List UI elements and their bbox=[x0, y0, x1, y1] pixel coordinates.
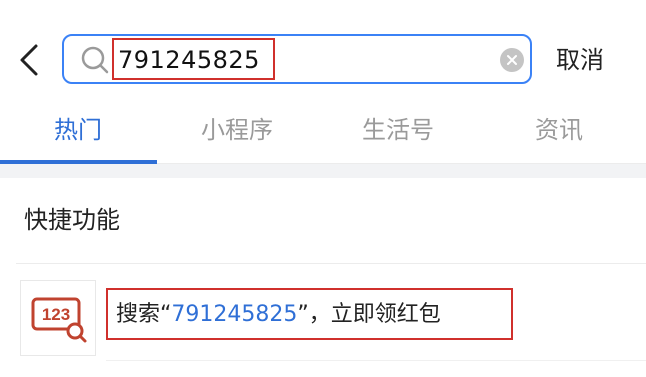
section-title: 快捷功能 bbox=[24, 206, 120, 234]
tab-news[interactable]: 资讯 bbox=[499, 110, 619, 150]
item-suffix: ”，立即领红包 bbox=[297, 302, 441, 327]
cancel-button[interactable]: 取消 bbox=[556, 40, 604, 80]
item-query: 791245825 bbox=[171, 302, 298, 327]
search-red-packet-item[interactable]: 搜索“791245825”，立即领红包 bbox=[116, 297, 441, 333]
search-query-text[interactable]: 791245825 bbox=[118, 42, 260, 78]
tab-life-accounts[interactable]: 生活号 bbox=[338, 110, 458, 150]
icon-number-text: 123 bbox=[42, 305, 70, 324]
back-chevron-icon[interactable] bbox=[14, 40, 44, 80]
item-prefix: 搜索“ bbox=[116, 302, 172, 327]
row-divider bbox=[106, 360, 646, 361]
tab-hot[interactable]: 热门 bbox=[18, 110, 138, 150]
clear-icon[interactable] bbox=[500, 48, 524, 72]
number-search-icon[interactable]: 123 bbox=[20, 280, 96, 356]
search-icon bbox=[80, 45, 110, 75]
tab-mini-programs[interactable]: 小程序 bbox=[177, 110, 297, 150]
section-spacer bbox=[0, 164, 646, 178]
section-divider bbox=[16, 263, 646, 264]
